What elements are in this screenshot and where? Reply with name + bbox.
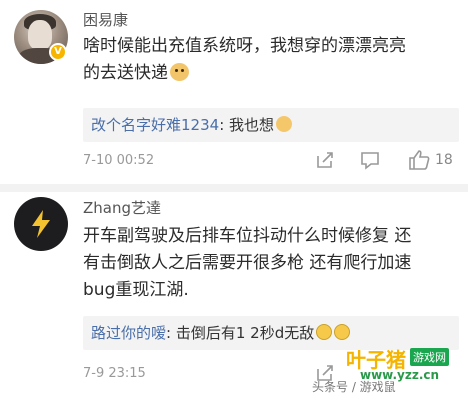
reply-separator: :: [166, 324, 176, 342]
comment-line: 开车副驾驶及后排车位抖动什么时候修复 还: [83, 226, 412, 246]
watermark-caption: 头条号 / 游戏鼠: [312, 380, 396, 394]
lightning-icon: [32, 210, 50, 238]
reply-username[interactable]: 改个名字好难1234: [91, 116, 219, 134]
laugh-emoji-icon: [334, 324, 351, 340]
like-count: 18: [435, 152, 453, 168]
avatar[interactable]: [14, 197, 68, 251]
comment-line: 的去送快递: [83, 63, 168, 83]
comment-line: bug重现江湖.: [83, 280, 189, 300]
comment-text: 开车副驾驶及后排车位抖动什么时候修复 还 有击倒敌人之后需要开很多枪 还有爬行加…: [83, 223, 411, 304]
divider: [0, 184, 468, 192]
doge-emoji-icon: [170, 63, 189, 81]
reply-preview[interactable]: 改个名字好难1234: 我也想: [83, 108, 459, 142]
like-icon[interactable]: [408, 149, 430, 171]
verified-badge-icon: V: [49, 43, 67, 61]
reply-separator: :: [219, 116, 230, 134]
comment-line: 有击倒敌人之后需要开很多枪 还有爬行加速: [83, 253, 412, 273]
comment-username[interactable]: Zhang艺達: [83, 197, 161, 218]
reply-username[interactable]: 路过你的嗳: [91, 324, 166, 342]
reply-text: 我也想: [229, 116, 275, 134]
laugh-emoji-icon: [316, 324, 333, 340]
comment-date: 7-9 23:15: [83, 366, 146, 381]
reply-text: 击倒后有1 2秒d无敌: [175, 324, 315, 342]
comment-date: 7-10 00:52: [83, 153, 155, 168]
comment-username[interactable]: 困易康: [83, 9, 128, 30]
watermark-tag: 游戏网: [410, 348, 449, 366]
comment-icon[interactable]: [360, 150, 380, 170]
share-icon[interactable]: [315, 150, 335, 170]
comment-line: 啥时候能出充值系统呀，我想穿的漂漂亮亮: [83, 36, 406, 56]
cake-emoji-icon: [276, 116, 293, 132]
comment-text: 啥时候能出充值系统呀，我想穿的漂漂亮亮 的去送快递: [83, 33, 406, 87]
